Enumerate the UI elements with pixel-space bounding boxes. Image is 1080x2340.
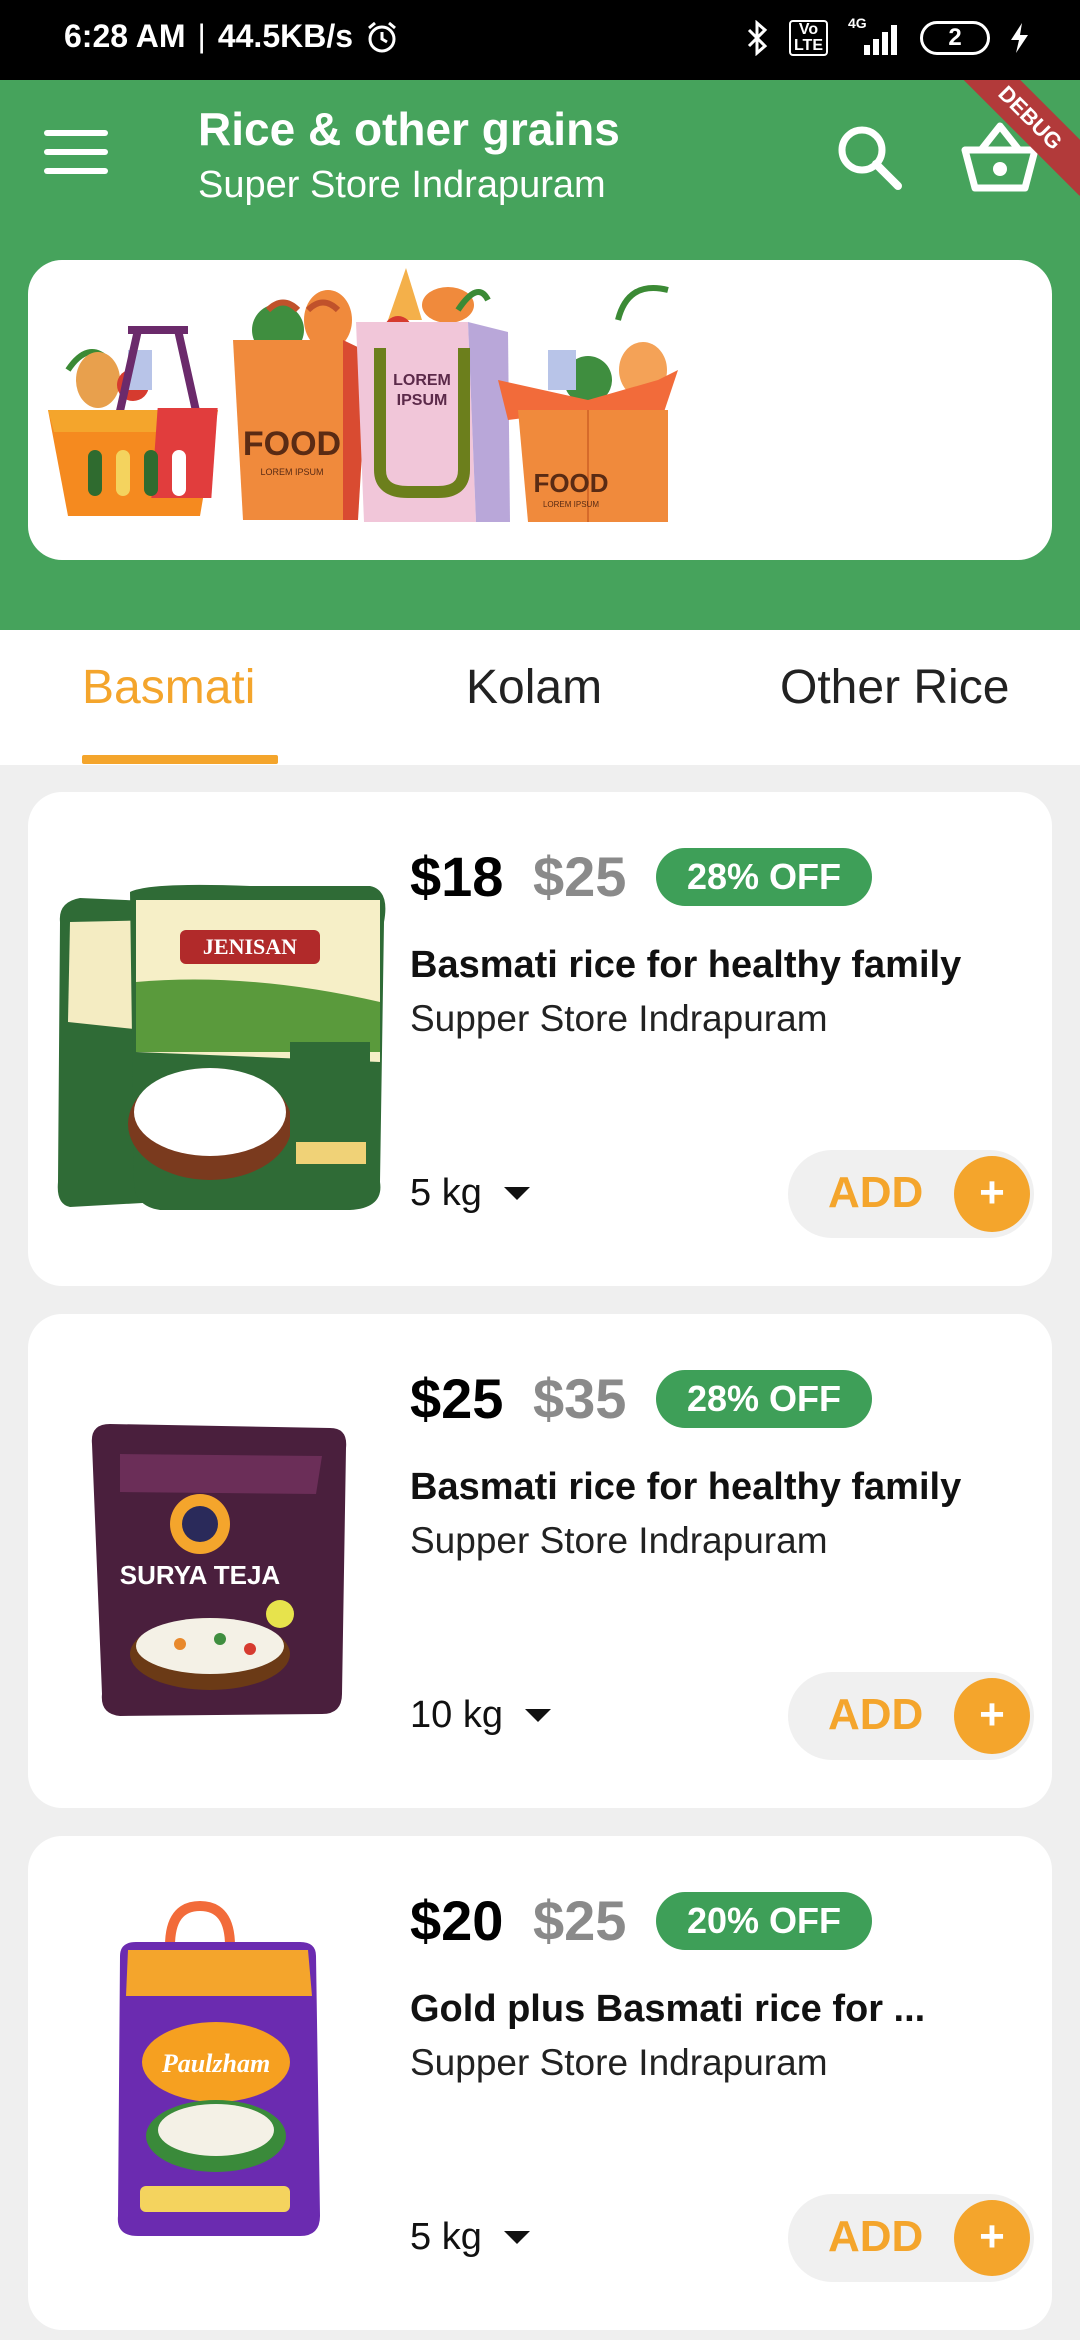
charging-icon [1011, 23, 1028, 53]
product-image-paulzham: Paulzham [117, 1900, 320, 2236]
lorem-bag-illustration: LOREM IPSUM [356, 268, 510, 522]
tab-kolam[interactable]: Kolam [466, 660, 602, 715]
plus-icon: + [954, 1678, 1030, 1754]
status-right: Vo LTE 4G 2 [745, 15, 1030, 56]
battery-icon: 2 [920, 21, 990, 55]
discount-badge: 28% OFF [656, 848, 872, 906]
caret-down-icon [524, 1709, 551, 1722]
status-time: 6:28 AM [64, 18, 186, 54]
menu-button[interactable] [44, 130, 108, 180]
page-title: Rice & other grains [198, 103, 620, 155]
category-tabs: Basmati Kolam Other Rice [0, 630, 1080, 765]
signal-icon: 4G [846, 15, 902, 55]
caret-down-icon [503, 2231, 530, 2244]
basket-illustration [48, 326, 218, 516]
product-name: Basmati rice for healthy family [410, 944, 962, 986]
status-net-speed: 44.5KB/s [217, 18, 354, 54]
alarm-icon [368, 21, 396, 52]
status-left: 6:28 AM | 44.5KB/s [64, 18, 399, 55]
quantity-dropdown[interactable]: 5 kg [410, 2216, 530, 2259]
product-card[interactable]: JENISAN $18 $25 28% OFF Basmati rice for… [28, 792, 1052, 1286]
food-bag-illustration: FOOD LOREM IPSUM [233, 290, 368, 520]
bluetooth-icon [747, 20, 768, 56]
product-price: $18 [410, 845, 504, 908]
food-box-small: LOREM IPSUM [543, 500, 599, 509]
grocery-bags-illustration: FOOD LOREM IPSUM LOREM IPSUM FOOD LOREM … [48, 268, 678, 522]
add-label: ADD [828, 2212, 924, 2261]
plus-icon: + [954, 1156, 1030, 1232]
promo-banner[interactable]: FOOD LOREM IPSUM LOREM IPSUM FOOD LOREM … [28, 260, 1052, 560]
add-to-cart-button[interactable]: ADD + [788, 1150, 1034, 1238]
product-name: Basmati rice for healthy family [410, 1466, 962, 1508]
product-old-price: $35 [533, 1367, 627, 1430]
tab-basmati[interactable]: Basmati [82, 660, 255, 715]
lorem-bag-label1: LOREM [393, 372, 451, 389]
brand-label: SURYA TEJA [120, 1560, 281, 1590]
menu-icon-bar [44, 149, 108, 155]
food-bag-small: LOREM IPSUM [260, 467, 323, 477]
tab-other-rice[interactable]: Other Rice [780, 660, 1009, 715]
quantity-value: 5 kg [410, 2216, 482, 2258]
caret-down-icon [503, 1187, 530, 1200]
product-store: Supper Store Indrapuram [410, 1520, 828, 1561]
product-old-price: $25 [533, 845, 627, 908]
product-card[interactable]: SURYA TEJA $25 $35 28% OFF Basmati rice … [28, 1314, 1052, 1808]
quantity-dropdown[interactable]: 5 kg [410, 1172, 530, 1215]
product-card[interactable]: Paulzham $20 $25 20% OFF Gold plus Basma… [28, 1836, 1052, 2330]
plus-icon: + [954, 2200, 1030, 2276]
food-bag-label: FOOD [243, 425, 341, 463]
volte-icon: Vo LTE [788, 20, 828, 56]
lorem-bag-label2: IPSUM [397, 392, 448, 409]
status-bar: 6:28 AM | 44.5KB/s Vo LTE 4G 2 [0, 0, 1080, 80]
product-old-price: $25 [533, 1889, 627, 1952]
add-to-cart-button[interactable]: ADD + [788, 2194, 1034, 2282]
brand-label: JENISAN [203, 934, 297, 959]
add-to-cart-button[interactable]: ADD + [788, 1672, 1034, 1760]
product-store: Supper Store Indrapuram [410, 998, 828, 1039]
status-separator: | [197, 18, 206, 54]
brand-label: Paulzham [161, 2049, 270, 2078]
app-header: Rice & other grains Super Store Indrapur… [0, 80, 1080, 630]
search-icon[interactable] [830, 118, 910, 198]
discount-badge: 20% OFF [656, 1892, 872, 1950]
product-price: $25 [410, 1367, 504, 1430]
add-label: ADD [828, 1690, 924, 1739]
product-image-jenisan: JENISAN [57, 884, 386, 1210]
menu-icon-bar [44, 168, 108, 174]
discount-badge: 28% OFF [656, 1370, 872, 1428]
active-tab-indicator [82, 755, 278, 764]
quantity-dropdown[interactable]: 10 kg [410, 1694, 551, 1737]
product-store: Supper Store Indrapuram [410, 2042, 828, 2083]
menu-icon [44, 130, 108, 136]
product-name: Gold plus Basmati rice for ... [410, 1988, 926, 2030]
food-box-label: FOOD [533, 468, 608, 498]
product-price: $20 [410, 1889, 504, 1952]
add-label: ADD [828, 1168, 924, 1217]
store-subtitle: Super Store Indrapuram [198, 164, 606, 206]
quantity-value: 10 kg [410, 1694, 503, 1736]
food-box-illustration: FOOD LOREM IPSUM [498, 285, 678, 522]
quantity-value: 5 kg [410, 1172, 482, 1214]
product-image-surya-teja: SURYA TEJA [91, 1424, 347, 1716]
